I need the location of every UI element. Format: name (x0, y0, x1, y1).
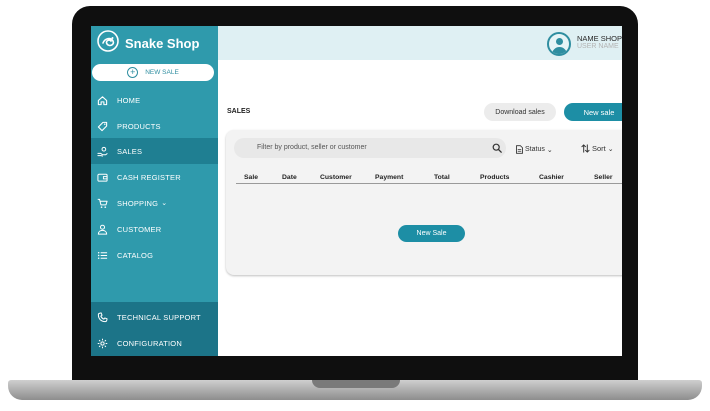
column-header[interactable]: Cashier (539, 174, 564, 181)
laptop-notch (312, 380, 400, 388)
sidebar-item-label: SHOPPING (117, 198, 159, 208)
document-icon (516, 145, 523, 154)
sidebar-item-catalog[interactable]: CATALOG (91, 242, 218, 268)
sidebar-item-label: SALES (117, 146, 143, 156)
new-sale-sidebar-label: NEW SALE (145, 69, 179, 76)
sidebar-item-label: CONFIGURATION (117, 338, 182, 348)
sidebar-item-products[interactable]: PRODUCTS (91, 113, 218, 139)
column-header[interactable]: Sale (244, 174, 258, 181)
sidebar: Snake Shop + NEW SALE HOME PRODUCTS SALE… (91, 26, 218, 356)
hand-coin-icon (91, 146, 117, 157)
sidebar-item-home[interactable]: HOME (91, 87, 218, 113)
sidebar-item-shopping[interactable]: SHOPPING ⌄ (91, 190, 218, 216)
column-header[interactable]: Total (434, 174, 450, 181)
column-header[interactable]: Payment (375, 174, 403, 181)
sidebar-item-label: PRODUCTS (117, 121, 161, 131)
sidebar-item-label: HOME (117, 95, 141, 105)
new-sale-button[interactable]: New sale (564, 103, 622, 121)
sidebar-item-sales[interactable]: SALES (91, 138, 218, 164)
avatar-head-icon (556, 38, 563, 45)
column-header[interactable]: Products (480, 174, 509, 181)
sidebar-item-label: CATALOG (117, 250, 154, 260)
avatar[interactable] (547, 32, 571, 56)
sidebar-item-customer[interactable]: CUSTOMER (91, 216, 218, 242)
column-header[interactable]: Date (282, 174, 297, 181)
gear-icon (91, 338, 117, 349)
search-field[interactable]: Filter by product, seller or customer (234, 138, 506, 158)
list-icon (91, 250, 117, 261)
empty-state-new-sale-button[interactable]: New Sale (398, 225, 465, 242)
sidebar-item-technical-support[interactable]: TECHNICAL SUPPORT (91, 304, 218, 330)
search-icon[interactable] (492, 143, 502, 153)
column-header[interactable]: Customer (320, 174, 352, 181)
status-filter[interactable]: Status ⌄ (516, 145, 553, 154)
user-icon (91, 224, 117, 235)
page-title: SALES (227, 108, 251, 115)
phone-icon (91, 311, 117, 323)
brand[interactable]: Snake Shop (97, 29, 200, 57)
home-icon (91, 95, 117, 106)
sidebar-item-label: CUSTOMER (117, 224, 162, 234)
sidebar-item-cash-register[interactable]: CASH REGISTER (91, 164, 218, 190)
chevron-down-icon: ⌄ (161, 200, 168, 207)
app-screen: Snake Shop + NEW SALE HOME PRODUCTS SALE… (91, 26, 622, 356)
new-sale-sidebar-button[interactable]: + NEW SALE (92, 64, 214, 81)
sort-control[interactable]: Sort ⌄ (581, 144, 614, 153)
tag-icon (91, 121, 117, 132)
table-header-divider (236, 183, 622, 184)
download-sales-button[interactable]: Download sales (484, 103, 556, 121)
chevron-down-icon: ⌄ (546, 146, 553, 154)
snake-logo-icon (97, 29, 119, 57)
sales-card: Filter by product, seller or customer St… (226, 130, 622, 275)
sort-label: Sort (592, 144, 606, 153)
sidebar-item-label: CASH REGISTER (117, 172, 181, 182)
user-name: USER NAME (577, 43, 619, 50)
column-header[interactable]: Seller (594, 174, 613, 181)
wallet-icon (91, 172, 117, 183)
brand-name: Snake Shop (125, 35, 200, 51)
sort-arrows-icon (581, 144, 590, 153)
status-filter-label: Status (525, 146, 545, 153)
shop-name: NAME SHOP (577, 34, 622, 43)
plus-circle-icon: + (127, 67, 139, 78)
search-placeholder: Filter by product, seller or customer (257, 144, 367, 151)
sidebar-item-label: TECHNICAL SUPPORT (117, 312, 201, 322)
sidebar-item-configuration[interactable]: CONFIGURATION (91, 330, 218, 356)
chevron-down-icon: ⌄ (607, 145, 614, 153)
cart-icon (91, 198, 117, 209)
sidebar-bottom: TECHNICAL SUPPORT CONFIGURATION (91, 302, 218, 356)
